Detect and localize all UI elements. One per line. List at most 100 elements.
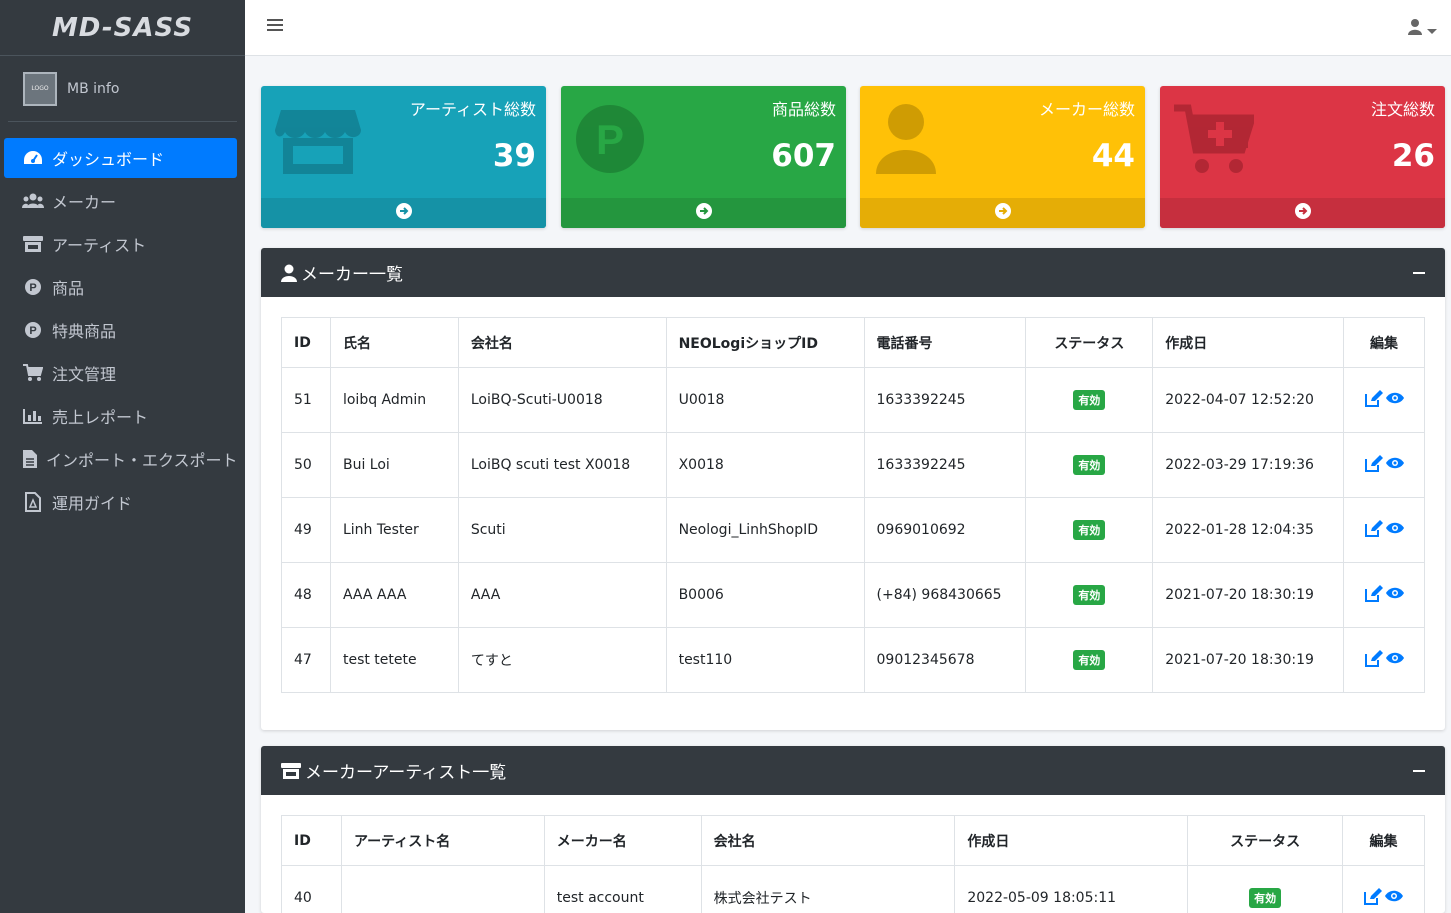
table-row: 50 Bui Loi LoiBQ scuti test X0018 X0018 …	[281, 432, 1425, 498]
column-header: 編集	[1342, 815, 1425, 866]
cell-company: LoiBQ-Scuti-U0018	[457, 367, 667, 433]
collapse-minus-icon[interactable]	[1413, 770, 1425, 772]
column-header: 電話番号	[863, 317, 1027, 368]
cell-name: Bui Loi	[329, 432, 459, 498]
sidebar-item-guide[interactable]: 運用ガイド	[4, 482, 237, 522]
table-header-row: ID アーティスト名 メーカー名 会社名 作成日 ステータス 編集	[281, 815, 1425, 866]
stat-title: 商品総数	[771, 100, 836, 119]
sidebar-item-label: 注文管理	[52, 365, 117, 384]
sidebar-item-label: 運用ガイド	[52, 494, 133, 513]
store-icon	[275, 104, 361, 180]
cell-name: Linh Tester	[329, 497, 459, 563]
table-row: 48 AAA AAA AAA B0006 (+84) 968430665 有効 …	[281, 562, 1425, 628]
table-row: 40 test account 株式会社テスト 2022-05-09 18:05…	[281, 865, 1425, 913]
cell-status: 有効	[1025, 432, 1154, 498]
table-header-row: ID 氏名 会社名 NEOLogiショップID 電話番号 ステータス 作成日 編…	[281, 317, 1425, 368]
stat-more-link[interactable]	[1160, 198, 1445, 228]
sidebar-item-sales-report[interactable]: 売上レポート	[4, 396, 237, 436]
stat-more-link[interactable]	[561, 198, 846, 228]
maker-artist-table: ID アーティスト名 メーカー名 会社名 作成日 ステータス 編集 40 tes…	[281, 815, 1425, 913]
status-badge: 有効	[1073, 520, 1106, 540]
cell-shop-id: Neologi_LinhShopID	[665, 497, 865, 563]
eye-icon[interactable]	[1385, 890, 1403, 906]
column-header: ステータス	[1187, 815, 1343, 866]
cell-phone: 1633392245	[863, 432, 1027, 498]
product-p-icon: P	[22, 321, 44, 339]
cell-shop-id: B0006	[665, 562, 865, 628]
cell-phone: 1633392245	[863, 367, 1027, 433]
stat-more-link[interactable]	[860, 198, 1145, 228]
stat-more-link[interactable]	[261, 198, 546, 228]
eye-icon[interactable]	[1385, 457, 1404, 473]
sidebar-item-label: メーカー	[52, 193, 117, 212]
eye-icon[interactable]	[1385, 652, 1404, 668]
column-header: 作成日	[1152, 317, 1345, 368]
sidebar-item-product[interactable]: P 商品	[4, 267, 237, 307]
stat-title: 注文総数	[1370, 100, 1435, 119]
user-icon	[1407, 18, 1423, 40]
status-badge: 有効	[1073, 585, 1106, 605]
cell-artist-name	[340, 865, 545, 913]
sidebar-item-import-export[interactable]: インポート・エクスポート	[4, 439, 237, 479]
arrow-circle-right-icon	[994, 203, 1011, 223]
edit-icon[interactable]	[1364, 519, 1383, 541]
avatar[interactable]: LOGO	[23, 71, 57, 106]
sidebar-item-label: アーティスト	[52, 236, 147, 255]
sidebar-item-dashboard[interactable]: ダッシュボード	[4, 138, 237, 178]
stat-box-makers: メーカー総数 44	[860, 86, 1145, 228]
eye-icon[interactable]	[1385, 392, 1404, 408]
edit-icon[interactable]	[1364, 389, 1383, 411]
user-menu-dropdown[interactable]	[1407, 18, 1437, 40]
hamburger-menu-icon[interactable]	[267, 17, 283, 36]
sidebar-item-maker[interactable]: メーカー	[4, 181, 237, 221]
cell-created: 2022-05-09 18:05:11	[954, 865, 1189, 913]
cell-status: 有効	[1025, 562, 1154, 628]
eye-icon[interactable]	[1385, 522, 1404, 538]
user-name[interactable]: MB info	[67, 81, 119, 97]
column-header: 編集	[1343, 317, 1425, 368]
cart-icon	[22, 364, 44, 382]
cell-name: test tetete	[329, 627, 459, 693]
cell-created: 2021-07-20 18:30:19	[1152, 562, 1345, 628]
edit-icon[interactable]	[1364, 584, 1383, 606]
file-icon	[22, 449, 38, 469]
sidebar-item-artist[interactable]: アーティスト	[4, 224, 237, 264]
edit-icon[interactable]	[1364, 649, 1383, 671]
arrow-circle-right-icon	[395, 203, 412, 223]
cell-name: loibq Admin	[329, 367, 459, 433]
maker-list-card: メーカー一覧 ID 氏名 会社名 NEOLogiショップID 電話番号 ステータ…	[261, 248, 1445, 730]
column-header: アーティスト名	[340, 815, 545, 866]
stat-title: メーカー総数	[1038, 100, 1135, 119]
collapse-minus-icon[interactable]	[1413, 272, 1425, 274]
edit-icon[interactable]	[1364, 887, 1382, 909]
cell-company: 株式会社テスト	[700, 865, 956, 913]
sidebar-item-bonus-product[interactable]: P 特典商品	[4, 310, 237, 350]
cell-id: 51	[281, 367, 331, 433]
sidebar-item-label: 特典商品	[52, 322, 117, 341]
cell-id: 40	[281, 865, 342, 913]
edit-icon[interactable]	[1364, 454, 1383, 476]
card-header: メーカー一覧	[261, 248, 1445, 297]
dashboard-icon	[22, 149, 44, 167]
top-navbar	[245, 0, 1451, 56]
cell-id: 49	[281, 497, 331, 563]
column-header: 会社名	[457, 317, 667, 368]
cell-status: 有効	[1025, 627, 1154, 693]
stat-value: 607	[771, 138, 836, 174]
sidebar-item-orders[interactable]: 注文管理	[4, 353, 237, 393]
product-p-icon: P	[22, 278, 44, 296]
store-icon	[22, 235, 44, 253]
brand-logo[interactable]: MD-SASS	[0, 0, 245, 56]
cell-id: 47	[281, 627, 331, 693]
cell-actions	[1343, 432, 1425, 498]
cell-status: 有効	[1025, 367, 1154, 433]
svg-text:P: P	[29, 282, 36, 294]
eye-icon[interactable]	[1385, 587, 1404, 603]
column-header: メーカー名	[543, 815, 702, 866]
status-badge: 有効	[1249, 888, 1282, 908]
user-icon	[874, 104, 938, 180]
card-title: メーカー一覧	[301, 265, 403, 285]
cell-maker-name: test account	[543, 865, 702, 913]
cell-actions	[1343, 497, 1425, 563]
cell-phone: 0969010692	[863, 497, 1027, 563]
